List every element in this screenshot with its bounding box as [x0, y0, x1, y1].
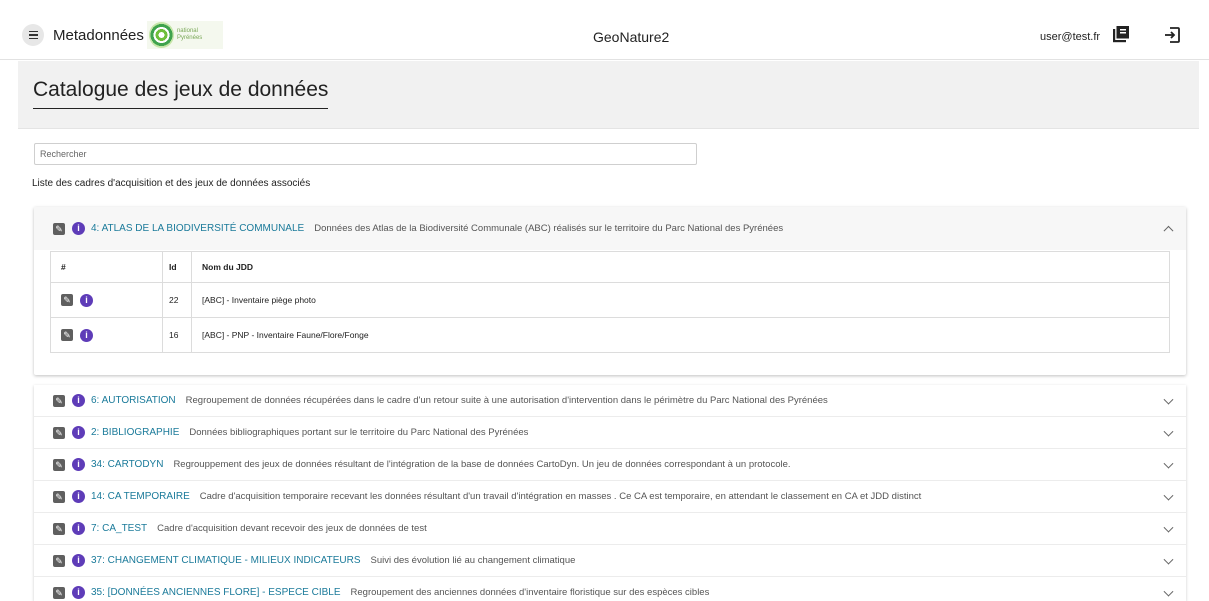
- info-icon[interactable]: i: [72, 222, 85, 235]
- module-name: Metadonnées: [53, 27, 144, 44]
- jdd-name: [ABC] - PNP - Inventaire Faune/Flore/Fon…: [191, 317, 1170, 353]
- edit-icon[interactable]: ✎: [53, 394, 65, 407]
- chevron-down-icon[interactable]: [1163, 458, 1174, 469]
- logo-mark: [149, 22, 174, 48]
- ca-name-link[interactable]: 6: AUTORISATION: [91, 395, 176, 406]
- table-row: ✎ i 22 [ABC] - Inventaire piège photo: [50, 282, 1170, 318]
- row-actions: ✎ i: [50, 282, 163, 318]
- ca-description: Cadre d'acquisition devant recevoir des …: [157, 523, 427, 534]
- jdd-name: [ABC] - Inventaire piège photo: [191, 282, 1170, 318]
- chevron-down-icon[interactable]: [1163, 522, 1174, 533]
- catalogue-card: Catalogue des jeux de données Liste des …: [18, 61, 1199, 601]
- table-header-row: # Id Nom du JDD: [50, 251, 1170, 283]
- info-icon[interactable]: i: [72, 522, 85, 535]
- logo-text: national Pyrénées: [176, 28, 203, 41]
- ca-description: Suivi des évolution lié au changement cl…: [370, 555, 576, 566]
- collapsed-panels: ✎ i 6: AUTORISATION Regroupement de donn…: [34, 385, 1186, 601]
- expanded-panel: ✎ i 4: ATLAS DE LA BIODIVERSITÉ COMMUNAL…: [34, 207, 1186, 375]
- top-toolbar: Metadonnées national Pyrénées GeoNature2…: [0, 0, 1209, 60]
- app-title: GeoNature2: [593, 29, 670, 45]
- ca-name-link[interactable]: 14: CA TEMPORAIRE: [91, 491, 190, 502]
- ca-name-link[interactable]: 35: [DONNÉES ANCIENNES FLORE] - ESPECE C…: [91, 587, 341, 598]
- edit-icon[interactable]: ✎: [53, 490, 65, 503]
- panel-autorisation[interactable]: ✎ i 6: AUTORISATION Regroupement de donn…: [34, 385, 1186, 417]
- edit-icon[interactable]: ✎: [53, 522, 65, 535]
- ca-description: Regroupement de données récupérées dans …: [185, 395, 828, 406]
- row-actions: ✎ i: [50, 317, 163, 353]
- ca-name-link[interactable]: 4: ATLAS DE LA BIODIVERSITÉ COMMUNALE: [91, 223, 304, 234]
- info-icon[interactable]: i: [80, 328, 93, 342]
- card-body: Liste des cadres d'acquisition et des je…: [18, 129, 1199, 601]
- ca-description: Regroupement des anciennes données d'inv…: [350, 587, 710, 598]
- chevron-down-icon[interactable]: [1163, 554, 1174, 565]
- panel-ca-test[interactable]: ✎ i 7: CA_TEST Cadre d'acquisition devan…: [34, 513, 1186, 545]
- info-icon[interactable]: i: [72, 458, 85, 471]
- edit-icon[interactable]: ✎: [61, 329, 73, 341]
- table-row: ✎ i 16 [ABC] - PNP - Inventaire Faune/Fl…: [50, 317, 1170, 353]
- ca-name-link[interactable]: 37: CHANGEMENT CLIMATIQUE - MILIEUX INDI…: [91, 555, 360, 566]
- page-frame: Catalogue des jeux de données Liste des …: [18, 61, 1199, 601]
- edit-icon[interactable]: ✎: [61, 294, 73, 306]
- chevron-down-icon[interactable]: [1163, 426, 1174, 437]
- ca-name-link[interactable]: 2: BIBLIOGRAPHIE: [91, 427, 179, 438]
- expanded-panel-header[interactable]: ✎ i 4: ATLAS DE LA BIODIVERSITÉ COMMUNAL…: [34, 207, 1186, 250]
- column-header-id: Id: [162, 251, 192, 283]
- logout-icon[interactable]: [1164, 27, 1180, 43]
- panel-donnees-anciennes-flore[interactable]: ✎ i 35: [DONNÉES ANCIENNES FLORE] - ESPE…: [34, 577, 1186, 601]
- column-header-hash: #: [50, 251, 163, 283]
- panel-bibliographie[interactable]: ✎ i 2: BIBLIOGRAPHIE Données bibliograph…: [34, 417, 1186, 449]
- panel-ca-temporaire[interactable]: ✎ i 14: CA TEMPORAIRE Cadre d'acquisitio…: [34, 481, 1186, 513]
- ca-description: Données des Atlas de la Biodiversité Com…: [314, 223, 784, 234]
- panel-cartodyn[interactable]: ✎ i 34: CARTODYN Regrouppement des jeux …: [34, 449, 1186, 481]
- jdd-id: 22: [162, 282, 192, 318]
- jdd-table: # Id Nom du JDD ✎ i 22 [ABC] - Inventair…: [50, 251, 1170, 353]
- chevron-down-icon[interactable]: [1163, 490, 1174, 501]
- list-label: Liste des cadres d'acquisition et des je…: [32, 178, 311, 189]
- chevron-down-icon[interactable]: [1163, 394, 1174, 405]
- info-icon[interactable]: i: [80, 293, 93, 307]
- ca-name-link[interactable]: 34: CARTODYN: [91, 459, 163, 470]
- park-logo: national Pyrénées: [147, 21, 223, 49]
- ca-description: Données bibliographiques portant sur le …: [189, 427, 529, 438]
- menu-icon[interactable]: [22, 24, 44, 46]
- column-header-name: Nom du JDD: [191, 251, 1170, 283]
- info-icon[interactable]: i: [72, 394, 85, 407]
- ca-description: Regrouppement des jeux de données résult…: [173, 459, 791, 470]
- user-email: user@test.fr: [1040, 31, 1101, 43]
- edit-icon[interactable]: ✎: [53, 554, 65, 567]
- chevron-down-icon[interactable]: [1163, 586, 1174, 597]
- library-books-icon[interactable]: [1113, 26, 1129, 43]
- info-icon[interactable]: i: [72, 586, 85, 599]
- search-input[interactable]: [34, 143, 697, 165]
- card-header: Catalogue des jeux de données: [18, 61, 1199, 129]
- edit-icon[interactable]: ✎: [53, 586, 65, 599]
- info-icon[interactable]: i: [72, 426, 85, 439]
- chevron-up-icon[interactable]: [1163, 225, 1174, 236]
- ca-description: Cadre d'acquisition temporaire recevant …: [199, 491, 922, 502]
- ca-name-link[interactable]: 7: CA_TEST: [91, 523, 147, 534]
- page-title: Catalogue des jeux de données: [33, 78, 329, 109]
- jdd-id: 16: [162, 317, 192, 353]
- info-icon[interactable]: i: [72, 554, 85, 567]
- edit-icon[interactable]: ✎: [53, 222, 65, 235]
- edit-icon[interactable]: ✎: [53, 426, 65, 439]
- panel-changement-climatique[interactable]: ✎ i 37: CHANGEMENT CLIMATIQUE - MILIEUX …: [34, 545, 1186, 577]
- edit-icon[interactable]: ✎: [53, 458, 65, 471]
- info-icon[interactable]: i: [72, 490, 85, 503]
